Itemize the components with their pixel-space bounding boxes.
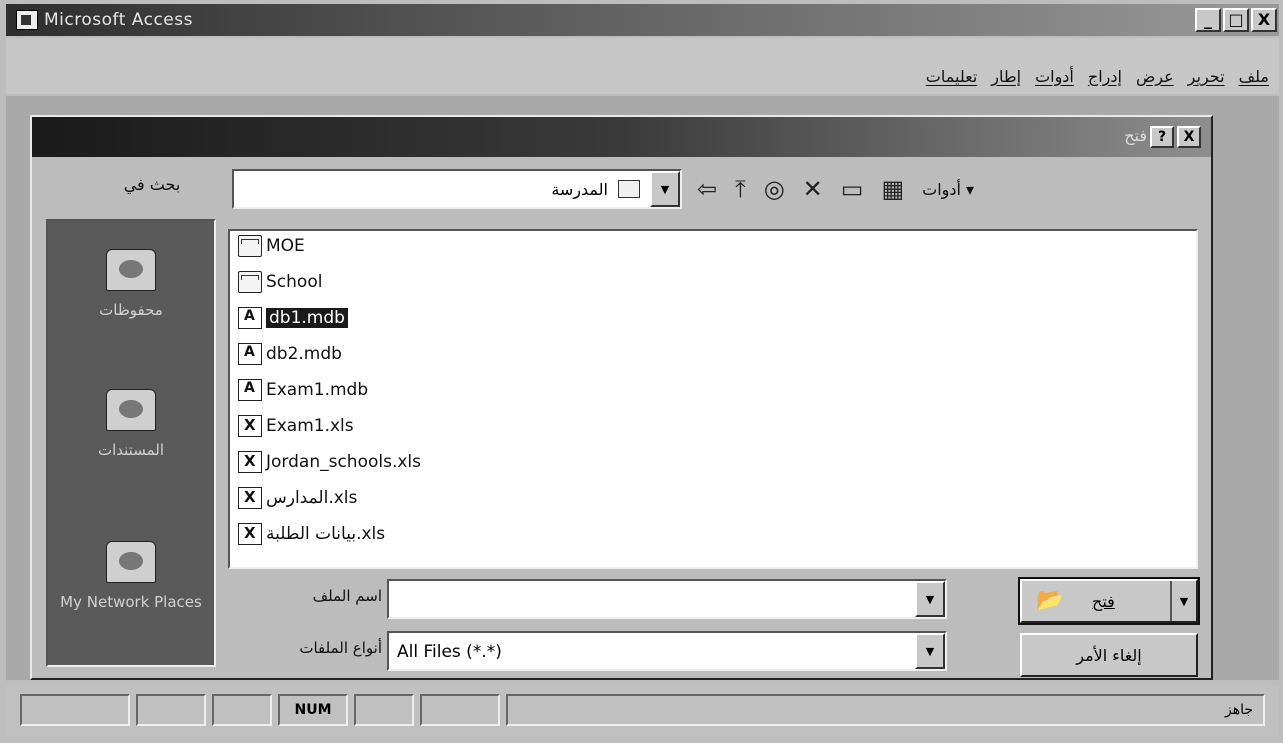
file-name: MOE bbox=[266, 236, 305, 256]
list-item[interactable]: المدارس.xls bbox=[238, 483, 357, 513]
views-icon[interactable]: ▦ bbox=[881, 177, 904, 201]
minimize-button[interactable]: _ bbox=[1195, 8, 1221, 32]
folder-icon bbox=[238, 271, 262, 293]
status-cell bbox=[212, 694, 272, 726]
file-name: Jordan_schools.xls bbox=[266, 452, 421, 472]
new-folder-icon[interactable]: ▭ bbox=[841, 177, 864, 201]
history-icon bbox=[106, 249, 156, 291]
open-dialog: فتح ? X بحث في المدرسة ▼ ⇦ ⤒ ◎ ✕ ▭ ▦ أدو… bbox=[30, 115, 1213, 680]
list-item[interactable]: School bbox=[238, 267, 322, 297]
file-name-field[interactable]: ▼ bbox=[387, 579, 947, 619]
place-my-documents[interactable]: المستندات bbox=[48, 389, 214, 459]
status-cell bbox=[354, 694, 414, 726]
help-button[interactable]: ? bbox=[1150, 126, 1174, 148]
folder-icon bbox=[618, 180, 640, 198]
dialog-title: فتح bbox=[1124, 126, 1147, 145]
menu-edit[interactable]: تحرير bbox=[1188, 67, 1225, 86]
file-list[interactable]: MOE School db1.mdb db2.mdb Exam1.mdb Exa… bbox=[228, 229, 1198, 569]
status-bar: NUM جاهز bbox=[6, 686, 1279, 736]
excel-file-icon bbox=[238, 415, 262, 437]
menu-insert[interactable]: إدراج bbox=[1088, 67, 1122, 86]
list-item[interactable]: db2.mdb bbox=[238, 339, 342, 369]
status-ready: جاهز bbox=[506, 694, 1265, 726]
list-item[interactable]: بيانات الطلبة.xls bbox=[238, 519, 385, 549]
list-item[interactable]: Exam1.xls bbox=[238, 411, 354, 441]
folder-icon bbox=[238, 235, 262, 257]
file-name: المدارس.xls bbox=[266, 488, 358, 508]
menu-help[interactable]: تعليمات bbox=[926, 67, 977, 86]
list-item[interactable]: Jordan_schools.xls bbox=[238, 447, 421, 477]
network-places-icon bbox=[106, 541, 156, 583]
search-web-icon[interactable]: ◎ bbox=[764, 177, 785, 201]
menu-file[interactable]: ملف bbox=[1239, 67, 1269, 86]
status-cell bbox=[20, 694, 130, 726]
file-name: Exam1.mdb bbox=[266, 380, 369, 400]
dropdown-arrow-icon[interactable]: ▼ bbox=[915, 581, 945, 617]
menu-tools[interactable]: أدوات bbox=[1035, 67, 1074, 86]
status-cell bbox=[420, 694, 500, 726]
file-type-label: أنواع الملفات bbox=[299, 639, 382, 657]
access-file-icon bbox=[238, 379, 262, 401]
menu-bar: ملف تحرير عرض إدراج أدوات إطار تعليمات bbox=[6, 38, 1279, 94]
access-file-icon bbox=[238, 343, 262, 365]
app-title: Microsoft Access bbox=[44, 10, 193, 30]
dropdown-arrow-icon[interactable]: ▼ bbox=[650, 171, 680, 207]
list-item[interactable]: MOE bbox=[238, 231, 305, 261]
look-in-dropdown[interactable]: المدرسة ▼ bbox=[232, 169, 682, 209]
look-in-label: بحث في bbox=[123, 175, 181, 194]
back-icon[interactable]: ⇦ bbox=[697, 177, 717, 201]
list-item[interactable]: db1.mdb bbox=[238, 303, 348, 333]
cancel-button[interactable]: إلغاء الأمر bbox=[1020, 633, 1198, 677]
file-name-label: اسم الملف bbox=[312, 587, 382, 605]
excel-file-icon bbox=[238, 523, 262, 545]
access-file-icon bbox=[238, 307, 262, 329]
tools-menu[interactable]: أدوات ▾ bbox=[922, 180, 974, 199]
places-bar: محفوظات المستندات My Network Places bbox=[46, 219, 216, 667]
file-name: db1.mdb bbox=[266, 308, 348, 328]
open-folder-icon: 📂 bbox=[1036, 588, 1064, 613]
menu-view[interactable]: عرض bbox=[1136, 67, 1174, 86]
my-documents-icon bbox=[106, 389, 156, 431]
place-label-documents: المستندات bbox=[97, 441, 164, 459]
dialog-close-button[interactable]: X bbox=[1177, 126, 1201, 148]
status-cell bbox=[136, 694, 206, 726]
delete-icon[interactable]: ✕ bbox=[803, 177, 823, 201]
open-options-arrow-icon[interactable]: ▼ bbox=[1170, 581, 1196, 621]
file-name: db2.mdb bbox=[266, 344, 342, 364]
list-item[interactable]: Exam1.mdb bbox=[238, 375, 368, 405]
file-type-select[interactable]: All Files (*.*) ▼ bbox=[387, 631, 947, 671]
app-title-bar: Microsoft Access _ □ X bbox=[6, 4, 1279, 36]
place-label-history: محفوظات bbox=[99, 301, 163, 319]
maximize-button[interactable]: □ bbox=[1223, 8, 1249, 32]
close-button[interactable]: X bbox=[1251, 8, 1277, 32]
place-label-network: My Network Places bbox=[60, 593, 202, 611]
dropdown-arrow-icon[interactable]: ▼ bbox=[915, 633, 945, 669]
num-lock-indicator: NUM bbox=[278, 694, 348, 726]
access-app-icon bbox=[16, 10, 38, 30]
open-button-label: فتح bbox=[1092, 592, 1115, 611]
excel-file-icon bbox=[238, 451, 262, 473]
up-folder-icon[interactable]: ⤒ bbox=[735, 177, 746, 201]
open-button[interactable]: 📂 فتح ▼ bbox=[1018, 577, 1200, 625]
dialog-toolbar: ⇦ ⤒ ◎ ✕ ▭ ▦ أدوات ▾ bbox=[697, 171, 1167, 207]
tools-label: أدوات bbox=[922, 179, 961, 199]
look-in-value: المدرسة bbox=[551, 180, 608, 199]
file-type-value: All Files (*.*) bbox=[397, 642, 502, 662]
menu-window[interactable]: إطار bbox=[991, 67, 1021, 86]
dialog-controls: ? X bbox=[1150, 126, 1201, 148]
dialog-title-bar: فتح ? X bbox=[32, 117, 1211, 157]
place-network[interactable]: My Network Places bbox=[48, 541, 214, 611]
excel-file-icon bbox=[238, 487, 262, 509]
file-name: Exam1.xls bbox=[266, 416, 354, 436]
file-name: School bbox=[266, 272, 323, 292]
file-name: بيانات الطلبة.xls bbox=[266, 524, 386, 544]
window-controls: _ □ X bbox=[1195, 8, 1277, 32]
place-history[interactable]: محفوظات bbox=[48, 249, 214, 319]
